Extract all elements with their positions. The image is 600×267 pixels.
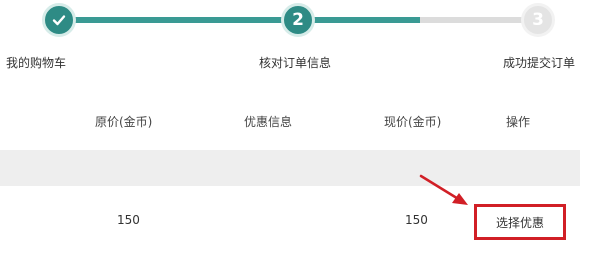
- annotation-arrow-icon: [419, 174, 468, 205]
